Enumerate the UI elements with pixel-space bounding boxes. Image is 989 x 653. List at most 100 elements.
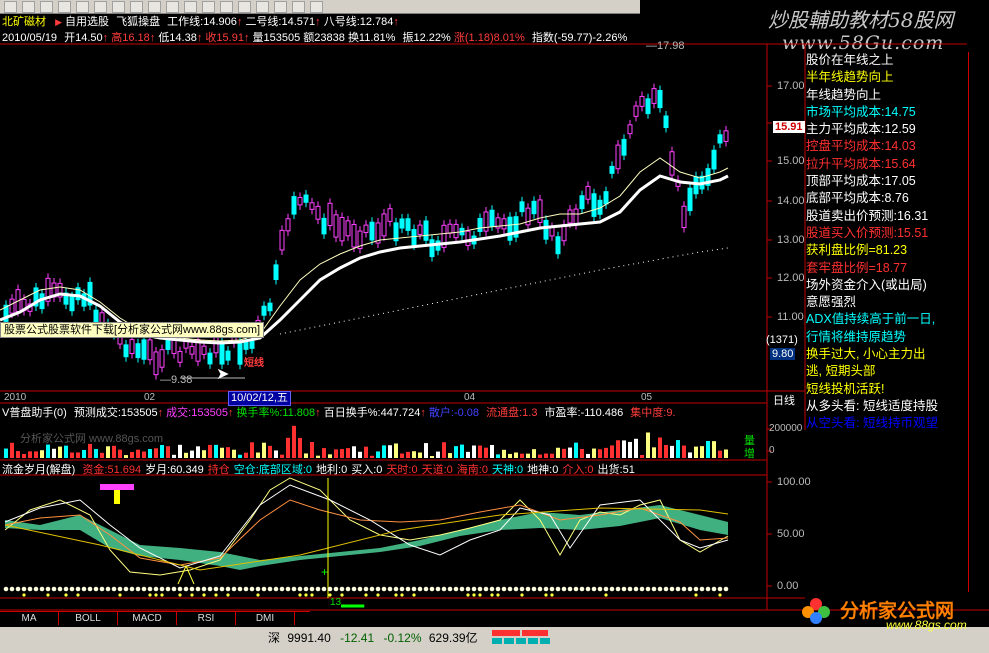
signal-dot — [310, 593, 314, 597]
candle-body — [207, 352, 213, 365]
signal-dot — [723, 586, 729, 592]
signal-dot — [364, 593, 368, 597]
candle-body — [297, 196, 303, 206]
volume-bar — [652, 447, 656, 458]
signal-dot — [226, 593, 230, 597]
promo-banner[interactable]: 股票公式股票软件下载[分析家公式网www.88gs.com] — [0, 322, 265, 338]
tab-ma[interactable]: MA — [0, 612, 59, 625]
signal-dot — [531, 586, 537, 592]
signal-dot — [129, 586, 135, 592]
y-tick-4: 14.00 — [777, 195, 805, 207]
candle-body — [717, 134, 723, 144]
market-change: -12.41 — [340, 631, 375, 645]
signal-dot — [202, 593, 206, 597]
candle-body — [489, 209, 495, 227]
volume-bar — [610, 445, 614, 458]
volume-bar — [676, 440, 680, 458]
signal-dot — [105, 586, 111, 592]
indicator-item: 资金:51.694 — [82, 464, 142, 476]
volume-title[interactable]: V普盘助手(0) — [2, 407, 67, 419]
volume-bar — [316, 455, 320, 458]
low-line-icon: — — [160, 374, 171, 386]
deal-volume: 成交:153505 — [166, 407, 228, 419]
volume-bar — [226, 447, 230, 458]
volume-bar — [550, 453, 554, 458]
candle-body — [483, 211, 489, 232]
side-scrollbar[interactable] — [968, 52, 989, 592]
signal-dot — [297, 586, 303, 592]
volume-bar — [454, 446, 458, 458]
signal-dot — [63, 586, 69, 592]
signal-dot — [501, 586, 507, 592]
up-arrow-icon: ↑ — [157, 407, 164, 419]
tab-dmi[interactable]: DMI — [236, 612, 295, 625]
indicator-title[interactable]: 流金岁月(解盘) — [2, 464, 75, 476]
side-line: 股道买入价预测:15.51 — [806, 225, 929, 240]
side-line: 短线投机活跃! — [806, 381, 885, 396]
side-line: 拉升平均成本:15.64 — [806, 156, 916, 171]
logo-url: www.88gs.com — [886, 618, 967, 632]
candle-body — [69, 296, 75, 312]
indicator-item: 地利:0 — [316, 464, 348, 476]
candle-body — [711, 149, 717, 170]
signal-dot — [190, 593, 194, 597]
side-line: 顶部平均成本:17.05 — [806, 174, 916, 189]
signal-label: 短线 — [244, 358, 264, 369]
signal-dot — [303, 586, 309, 592]
mouse-cursor-icon: ➤ — [216, 366, 230, 383]
volume-bar — [640, 454, 644, 458]
yellow-marker — [114, 490, 120, 504]
signal-dot — [279, 586, 285, 592]
volume-panel-header: V普盘助手(0) 预测成交:153505↑ 成交:153505↑ 换手率%:11… — [2, 404, 676, 420]
candle-body — [219, 341, 225, 365]
signal-dot — [394, 593, 398, 597]
volume-bar — [682, 445, 686, 458]
volume-bar — [376, 451, 380, 458]
candle-body — [153, 351, 159, 376]
concentration-value: 集中度:9. — [630, 407, 676, 419]
candle-body — [237, 342, 243, 365]
volume-bar — [4, 448, 8, 458]
volume-bar — [700, 446, 704, 458]
tab-rsi[interactable]: RSI — [177, 612, 236, 625]
tab-boll[interactable]: BOLL — [59, 612, 118, 625]
signal-dot — [537, 586, 543, 592]
volume-bar — [448, 453, 452, 458]
signal-dot — [597, 586, 603, 592]
market-breadth-bar — [492, 630, 550, 644]
candle-body — [417, 224, 423, 235]
signal-dot — [399, 586, 405, 592]
volume-bar — [430, 455, 434, 458]
signal-dot — [693, 586, 699, 592]
side-line: 股道卖出价预测:16.31 — [806, 208, 929, 223]
x-tick-02: 02 — [144, 392, 156, 403]
signal-dot — [345, 586, 351, 592]
candle-body — [549, 227, 555, 237]
signal-dot — [471, 586, 477, 592]
signal-dot — [699, 586, 705, 592]
signal-dot — [579, 586, 585, 592]
signal-dot — [315, 586, 321, 592]
signal-dot — [45, 586, 51, 592]
pe-value: 市盈率:-110.486 — [544, 407, 624, 419]
volume-bar — [100, 452, 104, 458]
volume-bar — [724, 449, 728, 458]
period-label[interactable]: 日线 — [773, 392, 795, 408]
volume-bar — [280, 454, 284, 458]
signal-dot — [633, 586, 639, 592]
signal-dot — [477, 586, 483, 592]
signal-dot — [75, 586, 81, 592]
candle-body — [651, 88, 657, 104]
signal-dot — [375, 586, 381, 592]
tab-macd[interactable]: MACD — [118, 612, 177, 625]
volume-bar — [142, 451, 146, 458]
volume-bar — [484, 447, 488, 458]
signal-dot — [687, 586, 693, 592]
volume-bar — [532, 449, 536, 458]
candle-body — [249, 340, 255, 349]
volume-bar — [118, 449, 122, 458]
signal-dot — [117, 586, 123, 592]
signal-dot — [681, 586, 687, 592]
volume-bar — [634, 438, 638, 458]
indicator-item: 海南:0 — [456, 464, 488, 476]
